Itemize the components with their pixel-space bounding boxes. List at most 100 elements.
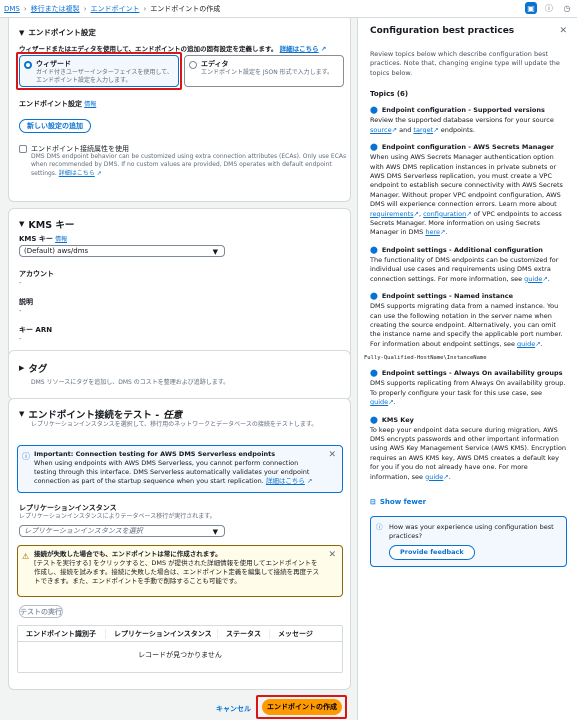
topic-tail: . bbox=[547, 274, 550, 283]
eca-learn-more-link[interactable]: 詳細はこちら bbox=[59, 170, 95, 177]
breadcrumb-dms[interactable]: DMS bbox=[4, 5, 20, 13]
kms-info-link[interactable]: 情報 bbox=[55, 236, 67, 243]
topic-body: To keep your endpoint data secure during… bbox=[370, 425, 566, 481]
topic-title: Endpoint configuration - AWS Secrets Man… bbox=[381, 143, 554, 152]
editor-desc: エンドポイント設定を JSON 形式で入力します。 bbox=[201, 69, 334, 76]
test-title: エンドポイント接続をテスト - bbox=[28, 410, 160, 421]
panel-header: Configuration best practices ✕ bbox=[370, 26, 567, 36]
topic-mid: and bbox=[397, 125, 414, 134]
info-icon: ⓘ bbox=[22, 452, 30, 461]
topic-tail: endpoints. bbox=[438, 125, 475, 134]
warning-body: [テストを実行する] をクリックすると、DMS が提供された詳細情報を使用してエ… bbox=[34, 559, 320, 586]
feedback-box: ⓘ How was your experience using configur… bbox=[370, 516, 567, 568]
caret-down-icon: ▼ bbox=[212, 248, 218, 256]
description-label: 説明 bbox=[19, 298, 33, 306]
settings-label: エンドポイント設定 bbox=[19, 100, 82, 108]
external-link-icon: ↗ bbox=[318, 45, 327, 53]
test-header[interactable]: ▼ エンドポイント接続をテスト - 任意 bbox=[19, 407, 182, 421]
caret-down-icon: ▼ bbox=[19, 410, 25, 418]
test-connection-card: ▼ エンドポイント接続をテスト - 任意 レプリケーションインスタンスを選択して… bbox=[8, 398, 351, 690]
best-practices-panel: Configuration best practices ✕ Review to… bbox=[357, 18, 577, 720]
guide-link[interactable]: guide bbox=[517, 340, 535, 348]
topic-named-instance: ⬤ Endpoint settings - Named instance DMS … bbox=[364, 292, 567, 361]
info-icon[interactable]: ⓘ bbox=[543, 2, 555, 14]
clock-icon[interactable]: ◷ bbox=[561, 2, 573, 14]
column-status: ステータス bbox=[218, 628, 270, 639]
info-icon: ⓘ bbox=[376, 523, 383, 532]
warning-title: 接続が失敗した場合でも、エンドポイントは常に作成されます。 bbox=[34, 550, 222, 558]
test-title-optional: 任意 bbox=[163, 410, 183, 421]
eca-checkbox[interactable] bbox=[19, 145, 27, 153]
target-link[interactable]: target bbox=[413, 126, 433, 134]
feedback-question: How was your experience using configurat… bbox=[389, 523, 554, 541]
endpoint-settings-card: ▼ エンドポイント設定 ウィザードまたはエディタを使用して、エンドポイントの追加… bbox=[8, 18, 351, 202]
run-test-button[interactable]: テストの実行 bbox=[19, 605, 63, 618]
tags-header[interactable]: ▶ タグ bbox=[19, 361, 47, 375]
settings-label-row: エンドポイント設定 情報 bbox=[19, 99, 96, 109]
chevron-right-icon: › bbox=[23, 4, 27, 13]
info-link[interactable]: 情報 bbox=[84, 101, 96, 108]
caret-up-icon: ⊟ bbox=[370, 498, 376, 507]
close-icon[interactable]: ✕ bbox=[328, 449, 336, 462]
show-fewer-label: Show fewer bbox=[379, 498, 427, 507]
close-icon[interactable]: ✕ bbox=[559, 26, 567, 36]
guide-link[interactable]: guide bbox=[425, 473, 443, 481]
replication-instance-placeholder: レプリケーションインスタンスを選択 bbox=[24, 527, 143, 535]
code-snippet: Fully-Qualified-HostName\InstanceName bbox=[364, 355, 487, 362]
warning-icon: ⚠ bbox=[22, 552, 30, 561]
topic-tail: . bbox=[393, 398, 396, 407]
topic-kms-key: ⬤ KMS Key To keep your endpoint data secu… bbox=[370, 416, 567, 483]
editor-radio[interactable] bbox=[189, 61, 197, 69]
account-label: アカウント bbox=[19, 270, 54, 278]
endpoint-settings-header[interactable]: ▼ エンドポイント設定 bbox=[19, 27, 96, 38]
breadcrumb-current: エンドポイントの作成 bbox=[150, 4, 221, 13]
here-link[interactable]: here bbox=[425, 228, 440, 236]
highlight-box bbox=[256, 695, 347, 719]
configuration-link[interactable]: configuration bbox=[423, 210, 466, 218]
replication-instance-label: レプリケーションインスタンス bbox=[19, 504, 117, 512]
column-replication-instance: レプリケーションインスタンス bbox=[106, 628, 218, 639]
breadcrumb-migrate[interactable]: 移行または複製 bbox=[31, 4, 80, 14]
info-alert-body: When using endpoints with AWS DMS Server… bbox=[34, 459, 320, 486]
guide-link[interactable]: guide bbox=[370, 398, 388, 406]
cancel-button[interactable]: キャンセル bbox=[216, 704, 251, 714]
editor-option[interactable]: エディタ エンドポイント設定を JSON 形式で入力します。 bbox=[184, 55, 344, 87]
source-link[interactable]: source bbox=[370, 126, 392, 134]
kms-key-label: KMS キー bbox=[19, 235, 53, 243]
topic-tail2: . bbox=[445, 228, 448, 237]
topic-title: Endpoint settings - Named instance bbox=[381, 292, 514, 301]
external-link-icon: ↗ bbox=[94, 169, 102, 177]
map-pin-icon: ⬤ bbox=[370, 415, 378, 424]
show-fewer-toggle[interactable]: ⊟ Show fewer bbox=[370, 498, 567, 506]
tags-card: ▶ タグ DMS リソースにタグを追加し、DMS のコストを整理および追跡します… bbox=[8, 350, 351, 400]
endpoint-settings-title: エンドポイント設定 bbox=[28, 28, 96, 37]
caret-down-icon: ▼ bbox=[19, 220, 25, 228]
provide-feedback-button[interactable]: Provide feedback bbox=[389, 545, 475, 561]
info-alert-title: Important: Connection testing for AWS DM… bbox=[34, 450, 276, 458]
kms-key-select[interactable]: (Default) aws/dms ▼ bbox=[19, 245, 225, 257]
tags-title: タグ bbox=[28, 364, 48, 375]
map-pin-icon: ⬤ bbox=[370, 106, 378, 115]
key-arn-value: - bbox=[19, 335, 22, 343]
add-setting-button[interactable]: 新しい設定の追加 bbox=[19, 119, 91, 133]
map-pin-icon: ⬤ bbox=[370, 292, 378, 301]
highlight-box bbox=[16, 52, 182, 90]
breadcrumb-endpoints[interactable]: エンドポイント bbox=[91, 4, 140, 14]
kms-title: KMS キー bbox=[28, 220, 75, 231]
topic-always-on: ⬤ Endpoint settings - Always On availabil… bbox=[370, 369, 567, 407]
kms-header[interactable]: ▼ KMS キー bbox=[19, 217, 74, 231]
main-content: ▼ エンドポイント設定 ウィザードまたはエディタを使用して、エンドポイントの追加… bbox=[0, 18, 357, 720]
close-icon[interactable]: ✕ bbox=[328, 549, 336, 562]
replication-instance-select[interactable]: レプリケーションインスタンスを選択 ▼ bbox=[19, 525, 225, 537]
column-endpoint-id: エンドポイント識別子 bbox=[18, 628, 106, 639]
caret-right-icon: ▶ bbox=[19, 364, 25, 372]
key-arn-label: キー ARN bbox=[19, 326, 53, 334]
warning-alert: ⚠ ✕ 接続が失敗した場合でも、エンドポイントは常に作成されます。 [テストを実… bbox=[17, 545, 343, 597]
topic-body: DMS supports replicating from Always On … bbox=[370, 379, 566, 397]
panel-icon[interactable]: ▣ bbox=[525, 2, 537, 14]
requirements-link[interactable]: requirements bbox=[370, 210, 414, 218]
info-learn-more-link[interactable]: 詳細はこちら bbox=[266, 477, 305, 485]
topic-body: When using AWS Secrets Manager authentic… bbox=[370, 153, 563, 209]
guide-link[interactable]: guide bbox=[524, 275, 542, 283]
learn-more-link[interactable]: 詳細はこちら bbox=[280, 45, 319, 53]
